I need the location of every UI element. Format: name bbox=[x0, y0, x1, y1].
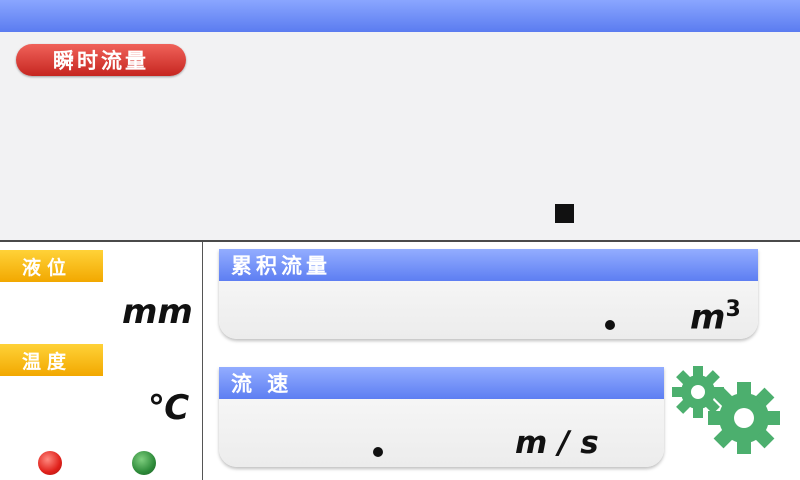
velocity-card: 流 速 m / s bbox=[219, 367, 664, 467]
cumulative-flow-title: 累积流量 bbox=[219, 249, 758, 281]
velocity-decimal-point bbox=[373, 447, 383, 457]
velocity-unit: m / s bbox=[515, 425, 599, 461]
cumulative-flow-unit-exponent: 3 bbox=[725, 297, 741, 322]
top-bar bbox=[0, 0, 800, 32]
instant-flow-panel: 瞬时流量 bbox=[0, 32, 800, 242]
vertical-divider bbox=[202, 242, 203, 480]
temperature-unit: ℃ bbox=[148, 388, 190, 428]
settings-gears-icon[interactable] bbox=[668, 362, 788, 462]
cumulative-flow-card: 累积流量 m3 bbox=[219, 249, 758, 339]
level-unit: mm bbox=[122, 292, 193, 332]
status-indicator-green bbox=[132, 451, 156, 475]
level-label: 液位 bbox=[0, 250, 103, 282]
instant-flow-indicator-square bbox=[555, 204, 574, 223]
instant-flow-title: 瞬时流量 bbox=[16, 44, 186, 76]
temperature-label: 温度 bbox=[0, 344, 103, 376]
cumulative-flow-decimal-point bbox=[605, 320, 615, 330]
status-indicator-red bbox=[38, 451, 62, 475]
gears-icon bbox=[672, 366, 780, 454]
velocity-title: 流 速 bbox=[219, 367, 664, 399]
cumulative-flow-unit: m3 bbox=[690, 297, 741, 338]
